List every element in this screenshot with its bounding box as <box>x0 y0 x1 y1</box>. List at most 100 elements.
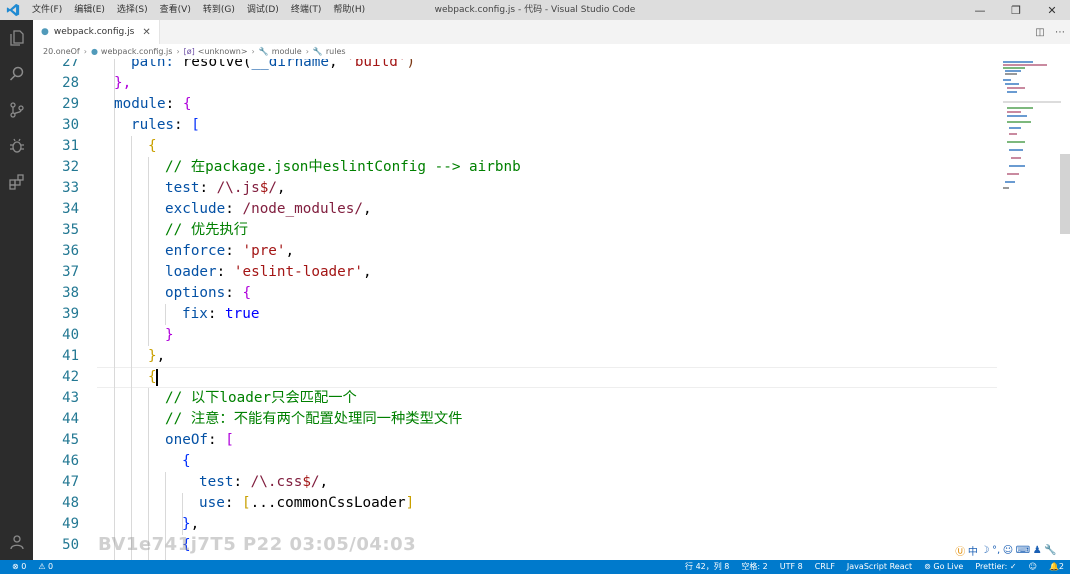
code-token: : <box>199 180 217 196</box>
cursor-position[interactable]: 行 42，列 8 <box>679 560 735 574</box>
tab-label: webpack.config.js <box>53 27 135 37</box>
language-mode[interactable]: JavaScript React <box>841 560 918 574</box>
menu-help[interactable]: 帮助(H) <box>327 0 371 20</box>
ime-skin-icon[interactable]: ♟ <box>1033 545 1042 556</box>
code-token: : <box>233 474 251 490</box>
code-token: : <box>225 201 243 217</box>
split-editor-icon[interactable]: ◫ <box>1030 27 1050 38</box>
code-token: /node_modules/ <box>242 201 363 217</box>
ime-moon-icon[interactable]: ☽ <box>980 545 989 556</box>
code-token: rules <box>131 117 175 133</box>
code-token: test <box>165 180 200 196</box>
extensions-icon[interactable] <box>0 164 33 200</box>
notifications-button[interactable]: 🔔2 <box>1043 560 1070 574</box>
breadcrumb-file[interactable]: ● webpack.config.js <box>91 47 173 56</box>
code-token: , <box>329 59 347 70</box>
breadcrumb-rules[interactable]: 🔧 rules <box>313 47 346 56</box>
code-token: /\.js <box>216 180 260 196</box>
code-editor[interactable]: 27 28 29 30 31 32 33 34 35 36 37 38 39 4… <box>33 59 1070 560</box>
code-token: resolve( <box>182 59 252 70</box>
files-icon[interactable] <box>0 20 33 56</box>
search-icon[interactable] <box>0 56 33 92</box>
tab-webpack-config[interactable]: ● webpack.config.js ✕ <box>33 20 160 44</box>
code-token: , <box>156 348 166 364</box>
ime-emoji-icon[interactable]: ☺ <box>1003 545 1013 556</box>
minimap-line <box>1007 107 1033 109</box>
ime-keyboard-icon[interactable]: ⌨ <box>1016 545 1030 556</box>
menu-go[interactable]: 转到(G) <box>197 0 241 20</box>
minimap-line <box>1007 121 1031 123</box>
line-number: 43 <box>62 390 79 406</box>
close-window-button[interactable]: ✕ <box>1034 0 1070 20</box>
menu-selection[interactable]: 选择(S) <box>111 0 154 20</box>
minimap-line <box>1003 187 1009 189</box>
minimap-line <box>1007 115 1027 117</box>
menu-terminal[interactable]: 终端(T) <box>285 0 328 20</box>
scrollbar-thumb[interactable] <box>1060 154 1070 234</box>
more-actions-icon[interactable]: ⋯ <box>1050 27 1070 38</box>
chevron-right-icon: › <box>305 47 309 56</box>
ime-mode-chinese[interactable]: 中 <box>968 543 978 558</box>
ime-settings-icon[interactable]: 🔧 <box>1044 545 1056 556</box>
go-live-label: Go Live <box>933 562 964 571</box>
tab-actions: ◫ ⋯ <box>1030 20 1070 44</box>
errors-count[interactable]: ⊗ 0 <box>6 560 32 574</box>
line-number: 30 <box>62 117 79 133</box>
minimize-button[interactable]: — <box>962 0 998 20</box>
breadcrumb-module[interactable]: 🔧 module <box>259 47 302 56</box>
line-ending[interactable]: CRLF <box>809 560 841 574</box>
feedback-icon[interactable]: ☺ <box>1023 560 1043 574</box>
minimap-line <box>1007 173 1019 175</box>
account-icon[interactable] <box>0 524 33 560</box>
code-token: { <box>182 96 192 112</box>
line-number: 27 <box>62 59 79 70</box>
code-token: , <box>363 201 372 217</box>
close-tab-icon[interactable]: ✕ <box>142 27 150 38</box>
warnings-count[interactable]: ⚠ 0 <box>32 560 59 574</box>
source-control-icon[interactable] <box>0 92 33 128</box>
minimap[interactable] <box>999 59 1061 560</box>
line-number: 28 <box>62 75 79 91</box>
code-token: ...commonCssLoader <box>250 495 406 511</box>
line-number: 40 <box>62 327 79 343</box>
bell-icon: 🔔 <box>1048 562 1059 571</box>
code-token: : <box>165 96 183 112</box>
ime-punctuation-icon[interactable]: °, <box>992 545 1000 556</box>
vertical-scrollbar[interactable] <box>1060 59 1070 560</box>
file-encoding[interactable]: UTF 8 <box>774 560 809 574</box>
code-line: options: { <box>165 283 251 304</box>
code-line: { <box>148 136 157 157</box>
code-line: oneOf: [ <box>165 430 234 451</box>
indentation[interactable]: 空格: 2 <box>735 560 773 574</box>
current-line-highlight <box>97 367 997 388</box>
breadcrumb-unknown[interactable]: [ø] <unknown> <box>184 47 248 56</box>
code-comment: // 在package.json中eslintConfig --> airbnb <box>165 159 521 175</box>
minimap-line <box>1009 127 1021 129</box>
line-number: 37 <box>62 264 79 280</box>
line-number: 42 <box>62 369 79 385</box>
maximize-button[interactable]: ❐ <box>998 0 1034 20</box>
menu-file[interactable]: 文件(F) <box>26 0 68 20</box>
code-line: }, <box>114 73 131 94</box>
prettier-status[interactable]: Prettier: ✓ <box>969 560 1022 574</box>
menu-bar: 文件(F) 编辑(E) 选择(S) 查看(V) 转到(G) 调试(D) 终端(T… <box>26 0 371 20</box>
code-line: }, <box>182 514 199 535</box>
line-number: 36 <box>62 243 79 259</box>
go-live-button[interactable]: ⊚ Go Live <box>918 560 969 574</box>
menu-view[interactable]: 查看(V) <box>154 0 197 20</box>
wrench-property-icon: 🔧 <box>258 47 269 56</box>
code-area[interactable]: path: resolve(__dirname, 'build') }, mod… <box>97 59 997 560</box>
menu-edit[interactable]: 编辑(E) <box>68 0 111 20</box>
minimap-line <box>1003 67 1025 69</box>
ime-toolbar: Ⓤ 中 ☽ °, ☺ ⌨ ♟ 🔧 <box>954 542 1058 558</box>
line-number: 29 <box>62 96 79 112</box>
menu-debug[interactable]: 调试(D) <box>241 0 285 20</box>
breadcrumb-folder[interactable]: 20.oneOf <box>43 47 80 56</box>
minimap-line <box>1011 157 1021 159</box>
code-token: [ <box>191 117 200 133</box>
code-token: __dirname <box>251 59 329 70</box>
code-line: } <box>165 325 174 346</box>
debug-icon[interactable] <box>0 128 33 164</box>
ime-logo-icon[interactable]: Ⓤ <box>955 543 965 558</box>
code-line: }, <box>148 346 165 367</box>
